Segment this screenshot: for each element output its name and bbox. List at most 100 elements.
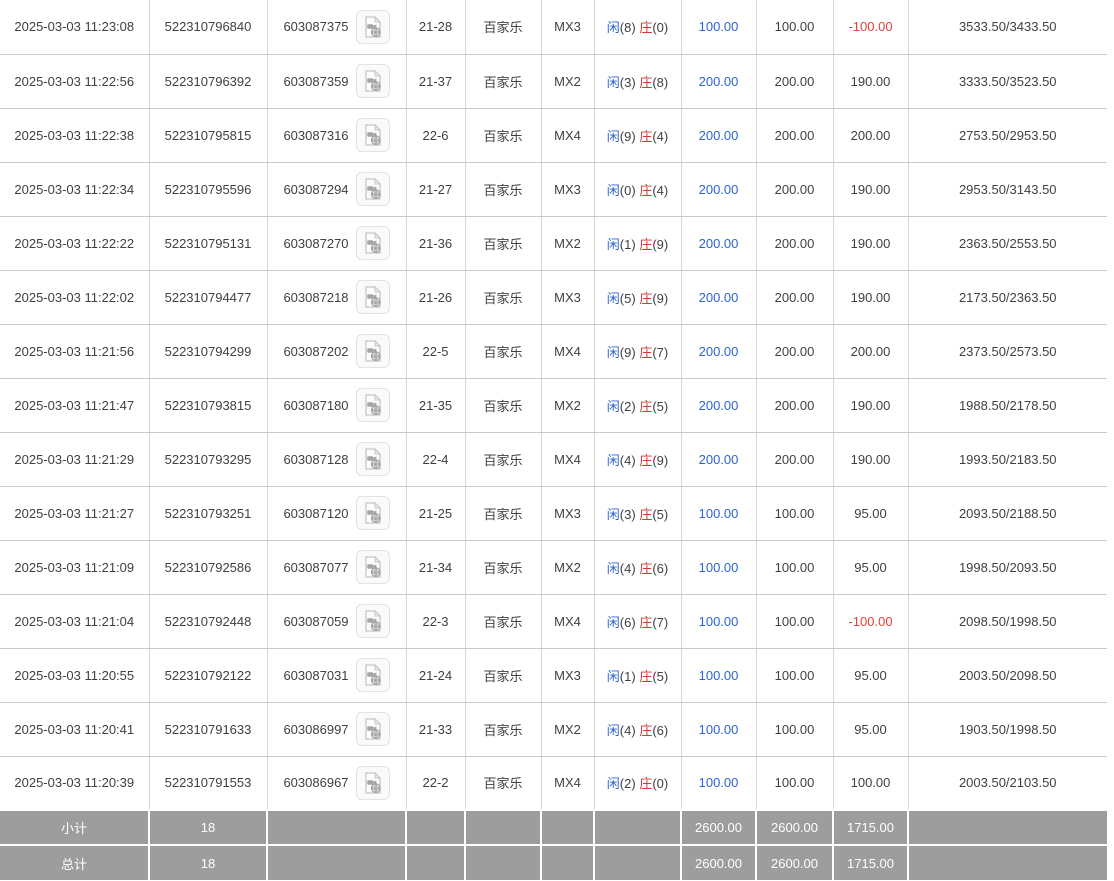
bet-amount: 200.00 — [680, 270, 757, 325]
result-cell: 闲(4) 庄(9) — [593, 432, 682, 487]
round-id-cell: 603087375 — [266, 0, 407, 55]
balance: 2003.50/2098.50 — [907, 648, 1107, 703]
balance: 2363.50/2553.50 — [907, 216, 1107, 271]
table-number: MX2 — [540, 540, 595, 595]
banker-result-label: 庄 — [639, 452, 653, 468]
win-loss: 100.00 — [832, 756, 909, 811]
win-loss: 190.00 — [832, 270, 909, 325]
bet-id: 522310793295 — [148, 432, 268, 487]
bet-amount: 200.00 — [680, 54, 757, 109]
round-id-cell: 603087316 — [266, 108, 407, 163]
video-replay-button[interactable] — [355, 496, 390, 530]
round-number: 22-6 — [405, 108, 466, 163]
player-result-label: 闲 — [606, 452, 620, 468]
bet-amount: 200.00 — [680, 324, 757, 379]
game-type: 百家乐 — [464, 324, 542, 379]
bet-id: 522310795815 — [148, 108, 268, 163]
player-result-label: 闲 — [606, 506, 620, 522]
table-row: 2025-03-03 11:21:56 522310794299 6030872… — [0, 324, 1107, 379]
video-replay-button[interactable] — [355, 9, 390, 44]
round-id-cell: 603087270 — [266, 216, 407, 271]
win-loss: 190.00 — [832, 54, 909, 109]
bet-amount: 100.00 — [680, 756, 757, 811]
game-type: 百家乐 — [464, 486, 542, 541]
video-replay-button[interactable] — [355, 765, 390, 800]
video-file-icon — [364, 447, 381, 470]
table-row: 2025-03-03 11:22:56 522310796392 6030873… — [0, 54, 1107, 109]
round-id-cell: 603086967 — [266, 756, 407, 811]
bet-amount: 200.00 — [680, 432, 757, 487]
round-id: 603086967 — [283, 775, 349, 791]
video-file-icon — [364, 69, 381, 92]
video-replay-button[interactable] — [355, 712, 390, 746]
round-id: 603087218 — [283, 289, 349, 305]
bet-id: 522310791633 — [148, 702, 268, 757]
bet-history-table: 2025-03-03 11:23:08 522310796840 6030873… — [0, 0, 1107, 880]
player-points: (4) — [619, 722, 636, 738]
valid-amount: 100.00 — [755, 756, 834, 811]
video-replay-button[interactable] — [355, 334, 390, 368]
video-replay-button[interactable] — [355, 604, 390, 638]
valid-amount: 200.00 — [755, 324, 834, 379]
round-number: 22-2 — [405, 756, 466, 811]
banker-points: (9) — [652, 290, 669, 306]
valid-amount: 100.00 — [755, 0, 834, 55]
round-id: 603087375 — [283, 19, 349, 35]
video-replay-button[interactable] — [355, 280, 390, 314]
round-number: 22-5 — [405, 324, 466, 379]
table-row: 2025-03-03 11:22:38 522310795815 6030873… — [0, 108, 1107, 163]
video-replay-button[interactable] — [355, 172, 390, 206]
win-loss: 190.00 — [832, 378, 909, 433]
banker-points: (8) — [652, 74, 669, 90]
video-replay-button[interactable] — [355, 442, 390, 476]
win-loss: -100.00 — [832, 594, 909, 649]
bet-id: 522310795131 — [148, 216, 268, 271]
player-points: (2) — [619, 398, 636, 414]
bet-id: 522310795596 — [148, 162, 268, 217]
result-cell: 闲(3) 庄(8) — [593, 54, 682, 109]
subtotal-bet-amount: 2600.00 — [680, 809, 757, 846]
game-type: 百家乐 — [464, 216, 542, 271]
round-id: 603087202 — [283, 343, 349, 359]
player-points: (9) — [619, 344, 636, 360]
video-file-icon — [364, 177, 381, 200]
banker-result-label: 庄 — [639, 776, 653, 792]
round-id: 603087031 — [283, 667, 349, 683]
banker-points: (0) — [652, 20, 669, 36]
table-number: MX4 — [540, 432, 595, 487]
table-number: MX3 — [540, 270, 595, 325]
video-replay-button[interactable] — [355, 226, 390, 260]
player-points: (6) — [619, 614, 636, 630]
video-replay-button[interactable] — [355, 64, 390, 98]
video-replay-button[interactable] — [355, 550, 390, 584]
game-type: 百家乐 — [464, 54, 542, 109]
round-id: 603087128 — [283, 451, 349, 467]
subtotal-win-loss: 1715.00 — [832, 809, 909, 846]
table-number: MX2 — [540, 378, 595, 433]
result-cell: 闲(9) 庄(7) — [593, 324, 682, 379]
banker-points: (5) — [652, 506, 669, 522]
player-points: (3) — [619, 506, 636, 522]
subtotal-row: 小计 18 2600.00 2600.00 1715.00 — [0, 809, 1107, 846]
player-result-label: 闲 — [606, 128, 620, 144]
win-loss: 95.00 — [832, 702, 909, 757]
bet-amount: 100.00 — [680, 540, 757, 595]
game-type: 百家乐 — [464, 756, 542, 811]
win-loss: 190.00 — [832, 432, 909, 487]
video-replay-button[interactable] — [355, 658, 390, 692]
video-file-icon — [364, 555, 381, 578]
video-file-icon — [364, 717, 381, 740]
video-replay-button[interactable] — [355, 388, 390, 422]
result-cell: 闲(5) 庄(9) — [593, 270, 682, 325]
total-valid-amount: 2600.00 — [755, 844, 834, 880]
video-replay-button[interactable] — [355, 118, 390, 152]
player-result-label: 闲 — [606, 74, 620, 90]
banker-result-label: 庄 — [639, 722, 653, 738]
bet-id: 522310796840 — [148, 0, 268, 55]
banker-points: (7) — [652, 614, 669, 630]
bet-time: 2025-03-03 11:20:39 — [0, 756, 150, 811]
round-id: 603086997 — [283, 721, 349, 737]
bet-id: 522310793251 — [148, 486, 268, 541]
player-result-label: 闲 — [606, 560, 620, 576]
result-cell: 闲(2) 庄(5) — [593, 378, 682, 433]
